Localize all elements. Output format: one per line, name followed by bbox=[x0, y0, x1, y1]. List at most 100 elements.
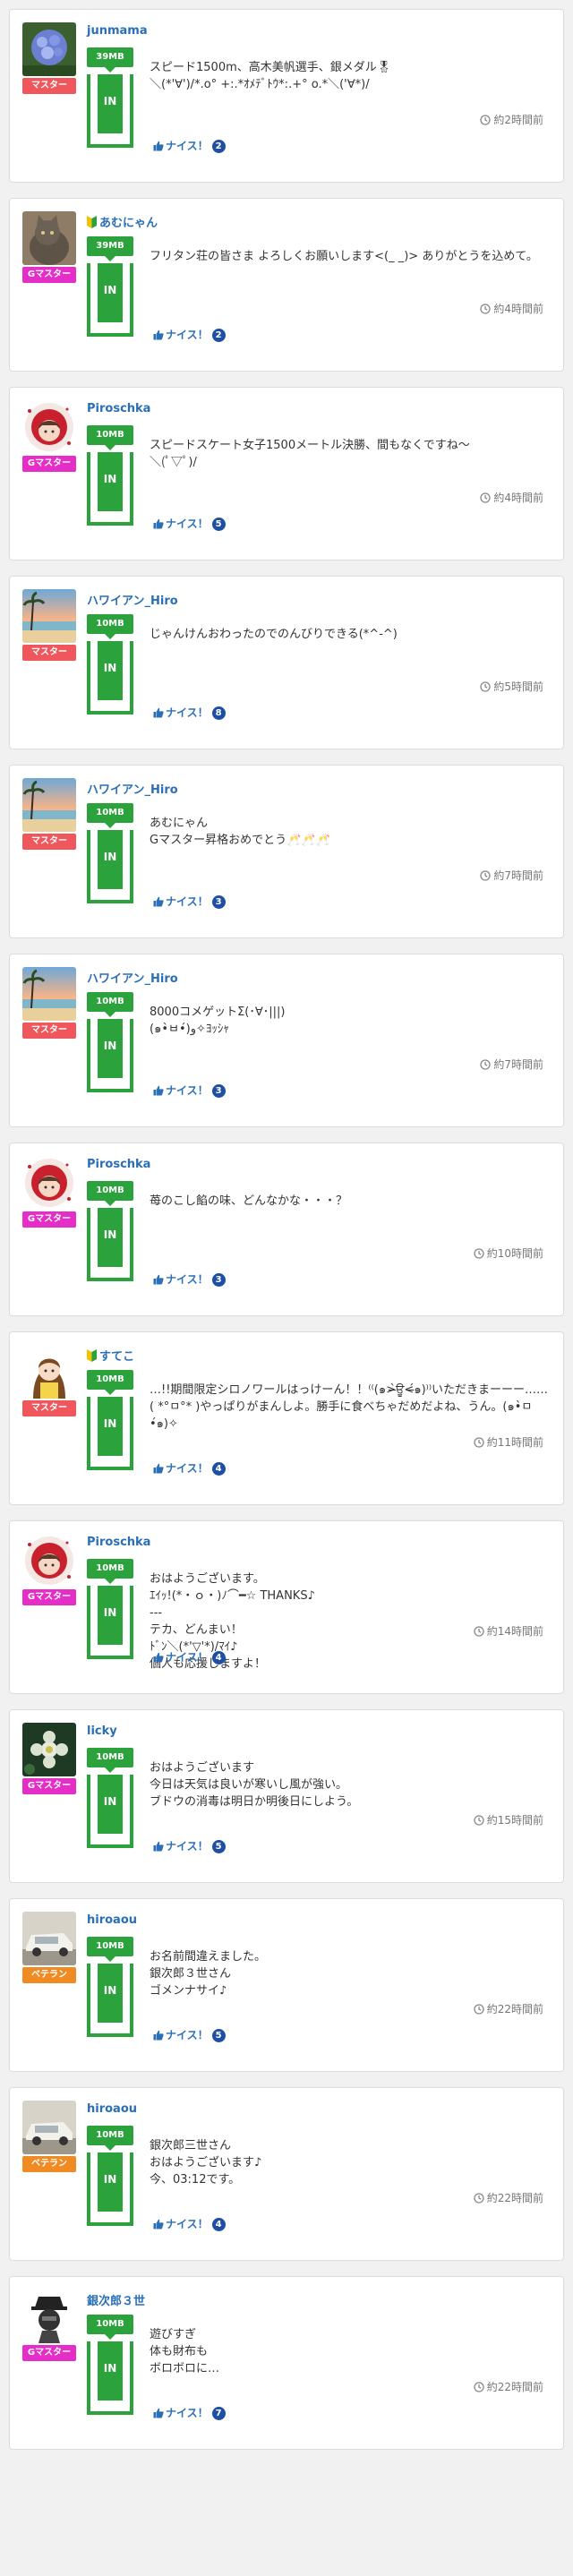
username-link[interactable]: junmama bbox=[87, 24, 148, 38]
nice-button[interactable]: ナイス！ 2 bbox=[153, 138, 226, 154]
beginner-mark-icon bbox=[87, 1349, 97, 1365]
nice-button[interactable]: ナイス！ 5 bbox=[153, 1838, 226, 1854]
nice-button[interactable]: ナイス！ 8 bbox=[153, 705, 226, 721]
thumbs-up-icon bbox=[153, 2408, 164, 2421]
message-text: お名前間違えました。 銀次郎３世さん ゴメンナサイ♪ bbox=[150, 1950, 267, 1998]
nice-button[interactable]: ナイス！ 3 bbox=[153, 1083, 226, 1099]
thumbs-up-icon bbox=[153, 518, 164, 532]
data-amount-badge: 39MB bbox=[87, 236, 133, 256]
username-link[interactable]: licky bbox=[87, 1724, 117, 1738]
message-text: おはようございます 今日は天気は良いが寒いし風が強い。 ブドウの消毒は明日か明後… bbox=[150, 1761, 359, 1809]
timestamp: 約4時間前 bbox=[480, 301, 543, 317]
feed-card: Gマスター Piroschka 10MB IN 苺のこし餡の味、どんなかな・・・… bbox=[9, 1143, 564, 1316]
nice-label: ナイス！ bbox=[166, 329, 209, 341]
avatar-car-photo[interactable] bbox=[22, 1912, 76, 1965]
username-text: Piroschka bbox=[87, 1536, 151, 1549]
data-in-box: IN bbox=[87, 641, 133, 715]
data-in-box: IN bbox=[87, 1397, 133, 1470]
nice-label: ナイス！ bbox=[166, 2218, 209, 2230]
nice-button[interactable]: ナイス！ 7 bbox=[153, 2405, 226, 2421]
nice-count: 4 bbox=[211, 1651, 226, 1665]
avatar-red-hood-girl-illustration[interactable] bbox=[22, 1534, 76, 1588]
message-text: フリタン荘の皆さま よろしくお願いします<(_ _)> ありがとうを込めて。 bbox=[150, 250, 538, 263]
thumbs-up-icon bbox=[153, 707, 164, 721]
username-text: hiroaou bbox=[87, 2102, 138, 2116]
avatar-red-hood-girl-illustration[interactable] bbox=[22, 400, 76, 454]
data-in-box: IN bbox=[87, 1775, 133, 1848]
in-label: IN bbox=[98, 263, 123, 322]
data-in-box: IN bbox=[87, 2341, 133, 2415]
in-label: IN bbox=[98, 2341, 123, 2401]
down-arrow-icon bbox=[105, 256, 115, 261]
nice-button[interactable]: ナイス！ 3 bbox=[153, 894, 226, 910]
nice-count: 2 bbox=[211, 329, 226, 342]
avatar-sunset-beach-photo[interactable] bbox=[22, 589, 76, 643]
nice-label: ナイス！ bbox=[166, 140, 209, 152]
feed-card: マスター ハワイアン_Hiro 10MB IN じゃんけんおわったのでのんびりで… bbox=[9, 576, 564, 749]
avatar-girl-illustration[interactable] bbox=[22, 1345, 76, 1399]
clock-icon bbox=[480, 1059, 492, 1073]
nice-button[interactable]: ナイス！ 5 bbox=[153, 516, 226, 532]
timestamp: 約7時間前 bbox=[480, 1057, 543, 1073]
thumbs-up-icon bbox=[153, 1085, 164, 1099]
data-in-box: IN bbox=[87, 1586, 133, 1659]
username-link[interactable]: ハワイアン_Hiro bbox=[87, 591, 178, 608]
username-link[interactable]: Piroschka bbox=[87, 402, 150, 415]
nice-count: 5 bbox=[211, 1840, 226, 1853]
username-link[interactable]: Piroschka bbox=[87, 1158, 150, 1171]
nice-button[interactable]: ナイス！ 5 bbox=[153, 2027, 226, 2043]
username-link[interactable]: ハワイアン_Hiro bbox=[87, 780, 178, 797]
username-link[interactable]: hiroaou bbox=[87, 1913, 137, 1927]
down-arrow-icon bbox=[105, 634, 115, 639]
thumbs-up-icon bbox=[153, 896, 164, 910]
nice-button[interactable]: ナイス！ 4 bbox=[153, 2216, 226, 2232]
timestamp: 約15時間前 bbox=[474, 1812, 543, 1828]
thumbs-up-icon bbox=[153, 1841, 164, 1854]
avatar-sunset-beach-photo[interactable] bbox=[22, 778, 76, 832]
data-amount-badge: 10MB bbox=[87, 992, 133, 1012]
avatar-cat-photo[interactable] bbox=[22, 211, 76, 265]
nice-label: ナイス！ bbox=[166, 518, 209, 530]
down-arrow-icon bbox=[105, 67, 115, 73]
data-amount-badge: 10MB bbox=[87, 1937, 133, 1956]
username-link[interactable]: Piroschka bbox=[87, 1536, 150, 1549]
rank-badge: Gマスター bbox=[22, 2345, 76, 2361]
message-text: 苺のこし餡の味、どんなかな・・・？ bbox=[150, 1194, 348, 1208]
avatar-hat-character-illustration[interactable] bbox=[22, 2289, 76, 2343]
username-link[interactable]: 銀次郎３世 bbox=[87, 2291, 145, 2308]
down-arrow-icon bbox=[105, 823, 115, 828]
feed-card: Gマスター Piroschka 10MB IN スピードスケート女子1500メー… bbox=[9, 387, 564, 561]
nice-count: 8 bbox=[211, 706, 226, 720]
nice-button[interactable]: ナイス！ 3 bbox=[153, 1271, 226, 1288]
clock-icon bbox=[474, 2382, 484, 2395]
rank-badge: マスター bbox=[22, 645, 76, 661]
nice-label: ナイス！ bbox=[166, 2407, 209, 2419]
thumbs-up-icon bbox=[153, 1274, 164, 1288]
data-amount-badge: 10MB bbox=[87, 803, 133, 823]
nice-count: 4 bbox=[211, 2218, 226, 2231]
timestamp: 約22時間前 bbox=[474, 2001, 543, 2017]
message-text: 銀次郎三世さん おはようございます♪ 今、03:12です。 bbox=[150, 2139, 262, 2187]
data-in-box: IN bbox=[87, 1019, 133, 1092]
in-label: IN bbox=[98, 641, 123, 700]
message-text: 8000コメゲットΣ(･∀･|||) (๑•̀ㅂ•́)و✧ﾖｯｼｬ bbox=[150, 1006, 286, 1036]
username-link[interactable]: すてこ bbox=[87, 1347, 134, 1365]
in-label: IN bbox=[98, 74, 123, 133]
clock-icon bbox=[474, 1626, 484, 1639]
nice-button[interactable]: ナイス！ 4 bbox=[153, 1460, 226, 1476]
nice-button[interactable]: ナイス！ 4 bbox=[153, 1649, 226, 1665]
in-label: IN bbox=[98, 2152, 123, 2212]
nice-button[interactable]: ナイス！ 2 bbox=[153, 327, 226, 343]
username-link[interactable]: hiroaou bbox=[87, 2102, 137, 2116]
avatar-dark-flower-photo[interactable] bbox=[22, 1723, 76, 1776]
username-link[interactable]: あむにゃん bbox=[87, 213, 158, 232]
feed-card: ベテラン hiroaou 10MB IN 銀次郎三世さん おはようございます♪ … bbox=[9, 2087, 564, 2261]
username-text: Piroschka bbox=[87, 1158, 151, 1171]
username-link[interactable]: ハワイアン_Hiro bbox=[87, 969, 178, 986]
avatar-sunset-beach-photo[interactable] bbox=[22, 967, 76, 1021]
avatar-hydrangea-photo[interactable] bbox=[22, 22, 76, 76]
avatar-car-photo[interactable] bbox=[22, 2101, 76, 2154]
down-arrow-icon bbox=[105, 2145, 115, 2151]
down-arrow-icon bbox=[105, 1390, 115, 1395]
avatar-red-hood-girl-illustration[interactable] bbox=[22, 1156, 76, 1210]
